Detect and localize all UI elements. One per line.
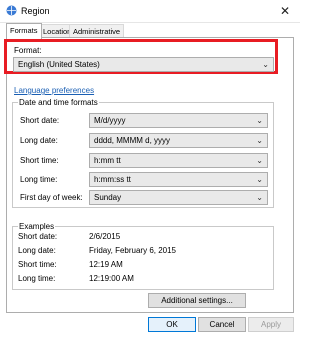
short-date-select[interactable]: M/d/yyyy ⌄ <box>89 113 268 128</box>
chevron-down-icon: ⌄ <box>256 175 263 184</box>
long-date-label: Long date: <box>20 136 58 145</box>
chevron-down-icon: ⌄ <box>256 136 263 145</box>
chevron-down-icon: ⌄ <box>262 60 269 69</box>
short-time-select[interactable]: h:mm tt ⌄ <box>89 153 268 168</box>
date-time-formats-label: Date and time formats <box>18 98 99 107</box>
example-long-time-label: Long time: <box>18 274 56 283</box>
language-preferences-link[interactable]: Language preferences <box>14 86 94 95</box>
apply-button[interactable]: Apply <box>248 317 294 332</box>
cancel-button[interactable]: Cancel <box>198 317 246 332</box>
title-bar: Region ✕ <box>0 0 300 23</box>
chevron-down-icon: ⌄ <box>256 116 263 125</box>
chevron-down-icon: ⌄ <box>256 193 263 202</box>
format-value: English (United States) <box>18 60 100 69</box>
ok-button[interactable]: OK <box>148 317 196 332</box>
first-day-of-week-value: Sunday <box>94 193 122 202</box>
short-date-label: Short date: <box>20 116 60 125</box>
long-date-value: dddd, MMMM d, yyyy <box>94 136 171 145</box>
tab-formats[interactable]: Formats <box>6 23 42 39</box>
tab-administrative[interactable]: Administrative <box>69 24 125 38</box>
region-globe-icon <box>6 5 17 16</box>
example-short-time-value: 12:19 AM <box>89 260 123 269</box>
example-short-date-label: Short date: <box>18 232 58 241</box>
first-day-of-week-label: First day of week: <box>20 193 83 202</box>
chevron-down-icon: ⌄ <box>256 156 263 165</box>
example-long-date-label: Long date: <box>18 246 56 255</box>
examples-label: Examples <box>18 222 56 231</box>
example-long-date-value: Friday, February 6, 2015 <box>89 246 177 255</box>
long-date-select[interactable]: dddd, MMMM d, yyyy ⌄ <box>89 133 268 148</box>
long-time-label: Long time: <box>20 175 58 184</box>
format-label: Format: <box>14 46 42 55</box>
close-icon[interactable]: ✕ <box>270 0 300 22</box>
window-title: Region <box>21 6 50 16</box>
short-time-value: h:mm tt <box>94 156 121 165</box>
example-short-time-label: Short time: <box>18 260 57 269</box>
first-day-of-week-select[interactable]: Sunday ⌄ <box>89 190 268 205</box>
long-time-value: h:mm:ss tt <box>94 175 131 184</box>
short-date-value: M/d/yyyy <box>94 116 126 125</box>
format-select[interactable]: English (United States) ⌄ <box>13 57 274 72</box>
long-time-select[interactable]: h:mm:ss tt ⌄ <box>89 172 268 187</box>
example-long-time-value: 12:19:00 AM <box>89 274 134 283</box>
additional-settings-button[interactable]: Additional settings... <box>148 293 246 308</box>
short-time-label: Short time: <box>20 156 59 165</box>
example-short-date-value: 2/6/2015 <box>89 232 121 241</box>
